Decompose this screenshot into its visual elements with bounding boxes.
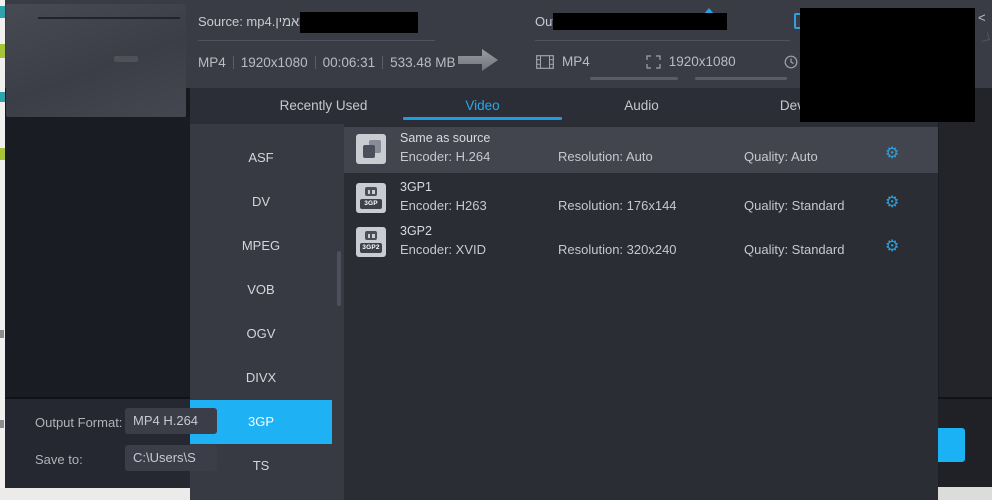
- output-format-value: MP4: [562, 54, 590, 69]
- source-resolution: 1920x1080: [241, 55, 308, 70]
- thumbnail-detail: [38, 17, 180, 19]
- settings-gear-icon[interactable]: ⚙: [885, 238, 899, 254]
- source-format: MP4: [198, 55, 226, 70]
- preset-row-same-as-source[interactable]: Same as source Encoder: H.264 Resolution…: [344, 127, 938, 173]
- source-media-info: MP4 1920x1080 00:06:31 533.48 MB: [198, 55, 455, 70]
- sidebar-item-asf[interactable]: ASF: [190, 136, 332, 180]
- format-category-sidebar: ASF DV MPEG VOB OGV DIVX 3GP TS: [190, 124, 344, 500]
- preset-encoder: Encoder: H263: [400, 198, 487, 213]
- redaction-box-output-name: [553, 13, 727, 30]
- settings-gear-icon[interactable]: ⚙: [885, 145, 899, 161]
- output-media-info: MP4 1920x1080 00: [536, 54, 821, 69]
- preset-resolution: Resolution: 176x144: [558, 198, 677, 213]
- output-resolution-value: 1920x1080: [669, 54, 736, 69]
- preset-resolution: Resolution: 320x240: [558, 242, 677, 257]
- tab-label: Video: [465, 98, 499, 113]
- output-format-field[interactable]: MP4 H.264: [125, 408, 217, 434]
- preset-name: 3GP2: [400, 224, 432, 238]
- clock-icon: [784, 55, 798, 69]
- sidebar-item-ogv[interactable]: OGV: [190, 312, 332, 356]
- background-page-bottom: [0, 488, 190, 500]
- separator: [233, 56, 234, 69]
- 3gp-file-icon: 3GP2: [356, 227, 386, 257]
- separator: [382, 56, 383, 69]
- film-icon: [536, 55, 554, 69]
- preset-resolution: Resolution: Auto: [558, 149, 653, 164]
- resolution-scale-icon: [646, 55, 661, 69]
- separator: [315, 56, 316, 69]
- active-tab-underline: [403, 117, 562, 120]
- 3gp-file-icon: 3GP: [356, 183, 386, 213]
- preset-name: Same as source: [400, 131, 490, 145]
- run-button[interactable]: [938, 428, 965, 462]
- same-as-source-icon: [356, 134, 386, 164]
- preset-quality: Quality: Auto: [744, 149, 818, 164]
- output-divider: [535, 40, 790, 41]
- format-selector-panel: Recently Used Video Audio Device ASF DV …: [190, 88, 938, 500]
- output-format-label: Output Format:: [35, 415, 122, 430]
- video-thumbnail[interactable]: [6, 4, 186, 117]
- sidebar-item-dv[interactable]: DV: [190, 180, 332, 224]
- indicator-strip: [695, 77, 787, 80]
- right-background-area: [938, 88, 992, 397]
- redaction-box-top-right: [800, 8, 975, 122]
- preview-area: [5, 117, 190, 397]
- tab-recently-used[interactable]: Recently Used: [244, 88, 403, 124]
- tab-video[interactable]: Video: [403, 88, 562, 124]
- indicator-strip: [590, 77, 678, 80]
- preset-row-3gp2[interactable]: 3GP2 3GP2 Encoder: XVID Resolution: 320x…: [344, 220, 938, 264]
- sidebar-item-mpeg[interactable]: MPEG: [190, 224, 332, 268]
- settings-gear-icon[interactable]: ⚙: [885, 194, 899, 210]
- tab-label: Recently Used: [280, 98, 368, 113]
- tab-label: Audio: [624, 98, 659, 113]
- preset-quality: Quality: Standard: [744, 198, 844, 213]
- background-page-bottom-right: [938, 487, 992, 500]
- app-window: Source: mp4.מאמין MP4 1920x1080 00:06:31…: [0, 0, 992, 500]
- thumbnail-watermark: [114, 56, 138, 62]
- sidebar-scrollbar[interactable]: [337, 251, 341, 306]
- source-divider: [198, 40, 435, 41]
- preset-list: Same as source Encoder: H.264 Resolution…: [344, 124, 938, 500]
- collapse-chevron-icon[interactable]: <: [978, 10, 986, 25]
- save-to-label: Save to:: [35, 452, 83, 467]
- sidebar-item-divx[interactable]: DIVX: [190, 356, 332, 400]
- preset-name: 3GP1: [400, 180, 432, 194]
- source-duration: 00:06:31: [323, 55, 376, 70]
- tab-audio[interactable]: Audio: [562, 88, 721, 124]
- source-size: 533.48 MB: [390, 55, 455, 70]
- preset-encoder: Encoder: XVID: [400, 242, 486, 257]
- source-file-label: Source: mp4.מאמין: [198, 14, 308, 29]
- save-to-field[interactable]: C:\Users\S: [125, 445, 217, 471]
- preset-quality: Quality: Standard: [744, 242, 844, 257]
- sidebar-item-vob[interactable]: VOB: [190, 268, 332, 312]
- convert-arrow-icon: [456, 47, 500, 78]
- format-badge: 3GP2: [360, 243, 382, 253]
- preset-encoder: Encoder: H.264: [400, 149, 490, 164]
- redaction-box-source-name: [300, 12, 418, 33]
- format-badge: 3GP: [360, 199, 382, 209]
- preset-row-3gp1[interactable]: 3GP 3GP1 Encoder: H263 Resolution: 176x1…: [344, 176, 938, 220]
